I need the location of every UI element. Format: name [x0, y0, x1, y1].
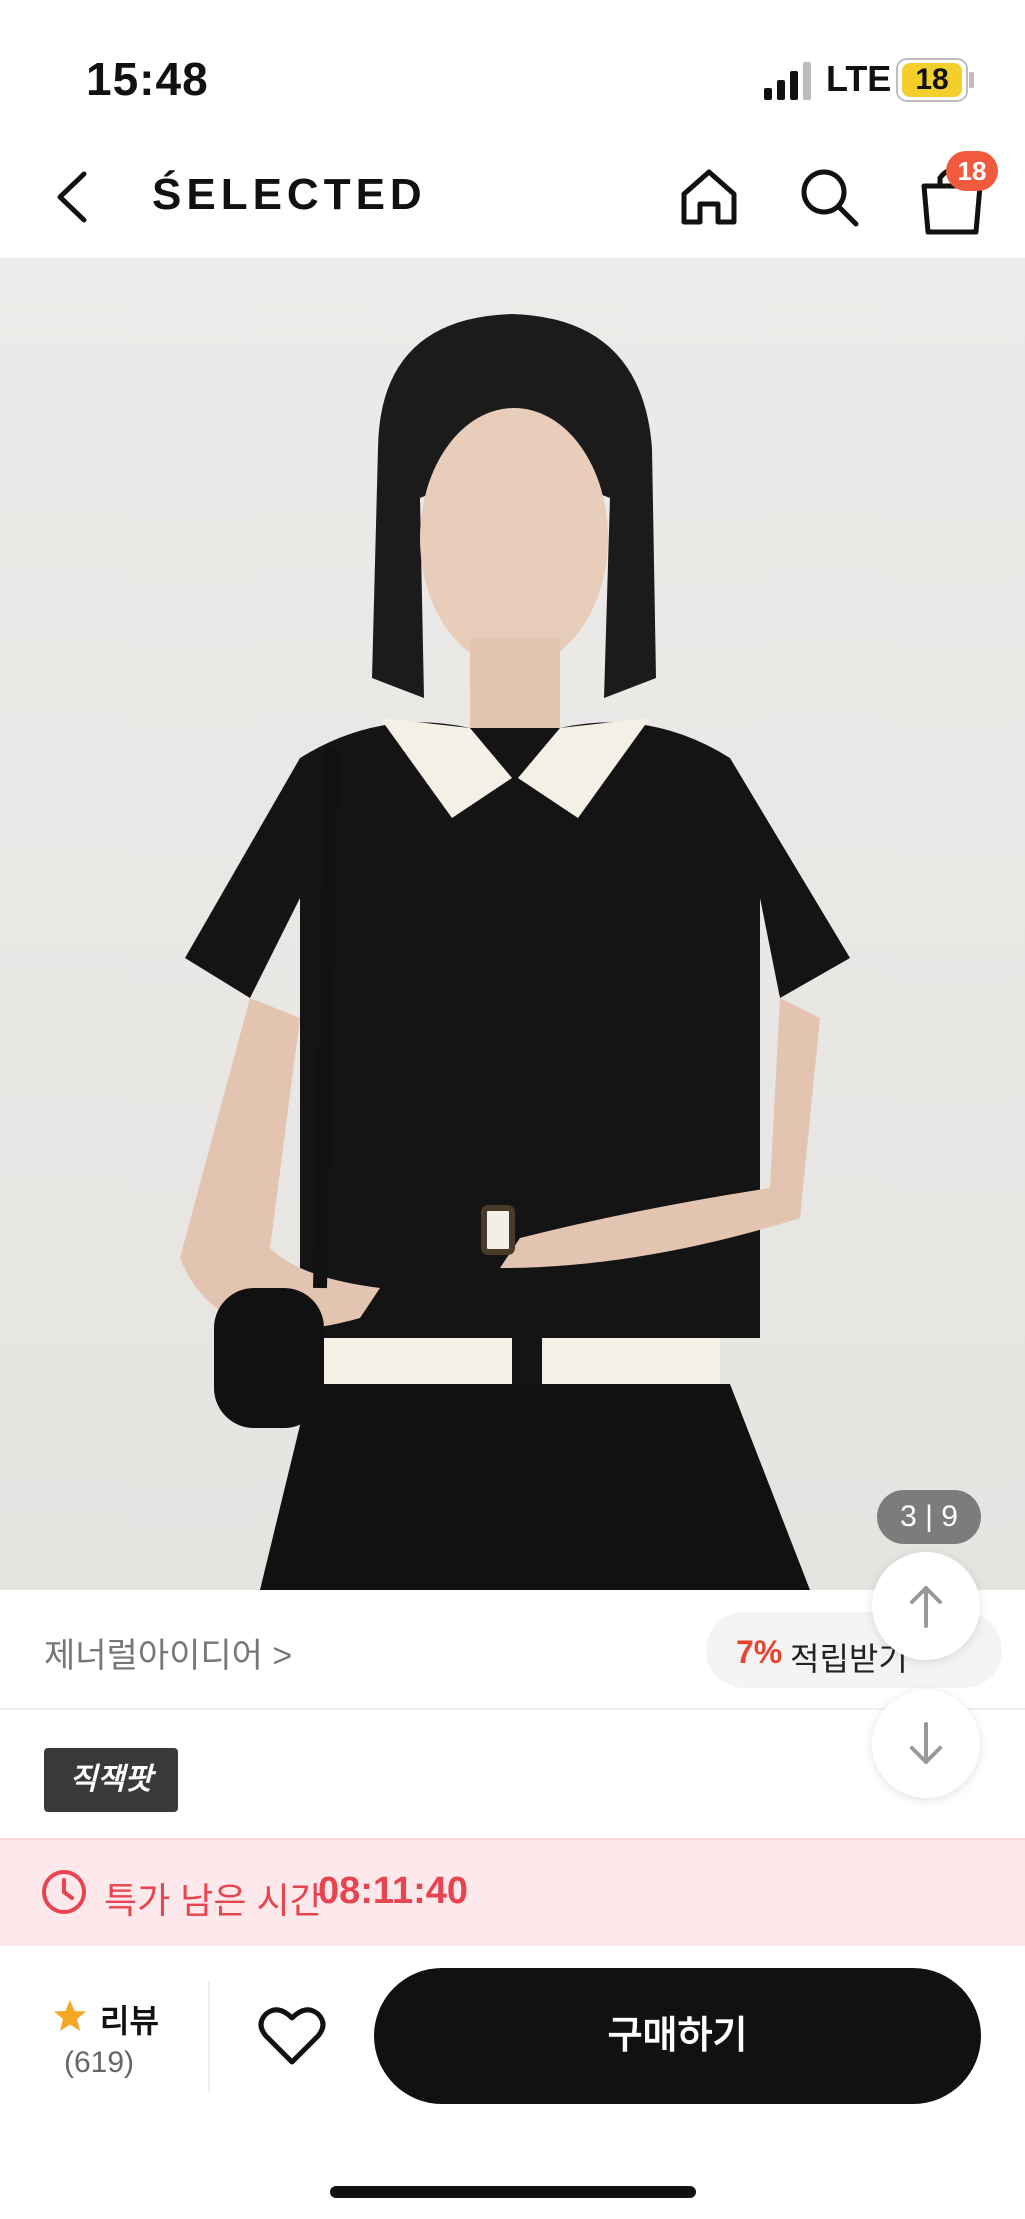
back-button[interactable]	[40, 160, 110, 234]
review-label: 리뷰	[100, 2003, 159, 2039]
divider	[208, 1982, 210, 2092]
cart-count-badge: 18	[946, 151, 998, 191]
back-icon	[57, 171, 87, 223]
reward-percent: 7%	[736, 1634, 783, 1670]
home-icon	[681, 169, 737, 225]
battery-level-text: 18	[915, 63, 949, 96]
brand-store-link[interactable]: 제너럴아이디어 >	[44, 1628, 292, 1677]
arrow-up-icon	[910, 1586, 942, 1628]
deal-timer-value: 08:11:40	[318, 1870, 469, 1912]
clock-icon	[42, 1870, 86, 1914]
star-icon	[54, 2000, 86, 2031]
search-button[interactable]	[792, 160, 866, 234]
image-counter: 3 | 9	[877, 1490, 981, 1544]
promo-tag-badge: 직잭팟	[44, 1748, 178, 1812]
battery-icon: 18	[896, 58, 976, 102]
brand-logo[interactable]: ŚELECTED	[152, 170, 427, 220]
signal-icon	[764, 62, 811, 100]
home-button[interactable]	[672, 160, 746, 234]
review-count: (619)	[64, 2046, 135, 2079]
buy-button[interactable]: 구매하기	[374, 1968, 981, 2104]
deal-timer-label: 특가 남은 시간	[104, 1880, 323, 1921]
arrow-down-icon	[910, 1722, 942, 1764]
wishlist-button[interactable]	[252, 1996, 332, 2076]
scroll-down-button[interactable]	[872, 1690, 980, 1798]
product-photo	[180, 314, 850, 1590]
product-image[interactable]	[0, 258, 1025, 1590]
scroll-up-button[interactable]	[872, 1552, 980, 1660]
heart-icon	[258, 2007, 326, 2065]
status-time: 15:48	[86, 53, 209, 105]
home-indicator	[330, 2186, 696, 2198]
network-label: LTE	[826, 58, 892, 99]
search-icon	[801, 169, 859, 227]
